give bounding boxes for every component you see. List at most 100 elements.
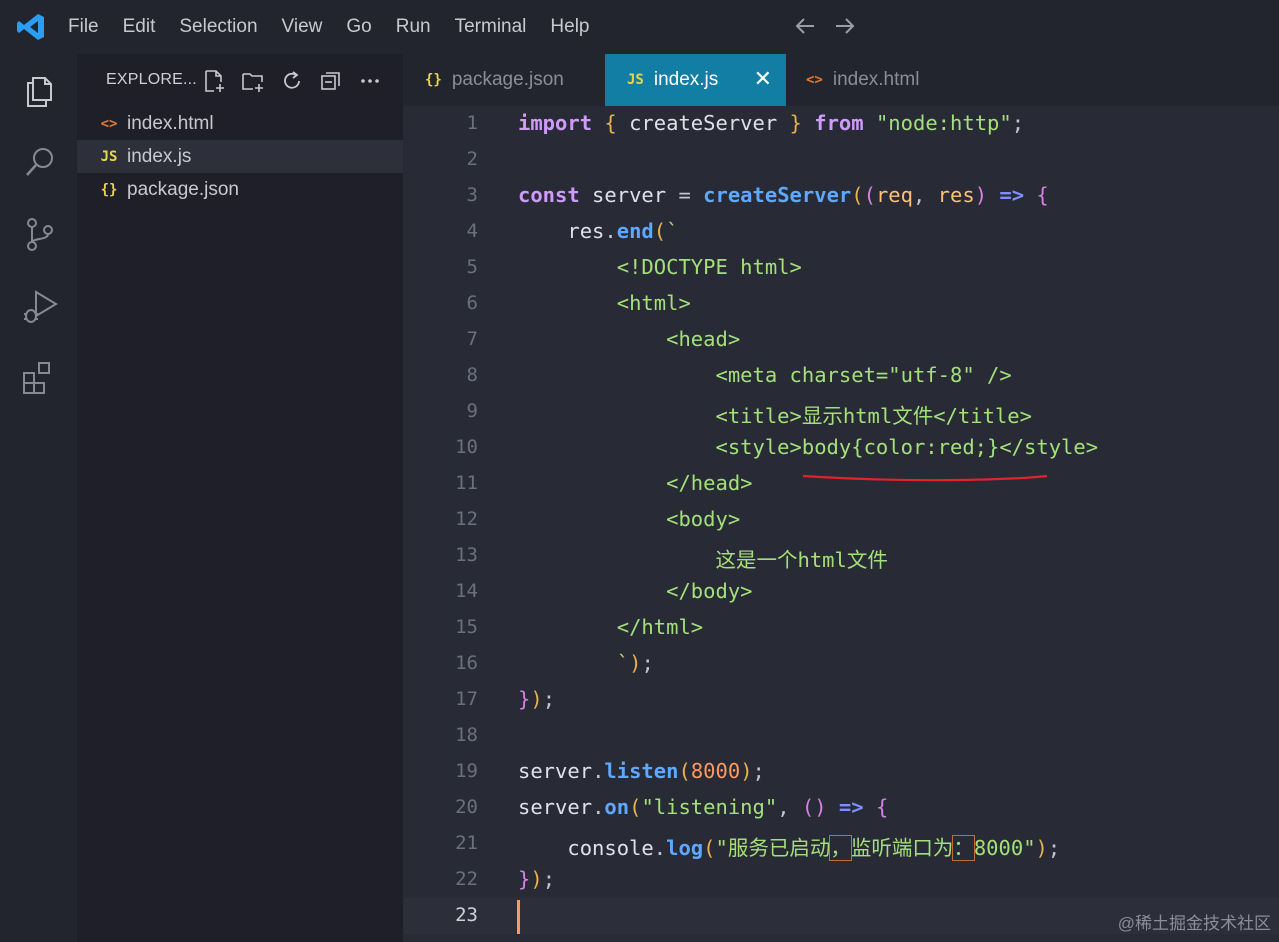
menu-file[interactable]: File	[68, 16, 99, 38]
code-line[interactable]: 18	[403, 718, 1279, 754]
code-line[interactable]: 14 </body>	[403, 574, 1279, 610]
code-text: server.on("listening", () => {	[518, 795, 888, 819]
code-text: </html>	[518, 615, 703, 639]
code-line[interactable]: 15 </html>	[403, 610, 1279, 646]
code-token: </html>	[518, 615, 704, 639]
code-line[interactable]: 7 <head>	[403, 322, 1279, 358]
more-actions-icon[interactable]	[357, 68, 383, 94]
line-number: 15	[455, 616, 478, 638]
html-file-icon: <>	[806, 72, 823, 88]
code-line[interactable]: 1 import { createServer } from "node:http…	[403, 106, 1279, 142]
back-arrow-icon[interactable]	[792, 12, 818, 40]
code-text: </body>	[518, 579, 753, 603]
code-text: server.listen(8000);	[518, 759, 765, 783]
tab-index-html[interactable]: <> index.html	[786, 54, 965, 106]
collapse-all-icon[interactable]	[318, 68, 344, 94]
code-line[interactable]: 4 res.end(`	[403, 214, 1279, 250]
line-number: 6	[466, 292, 478, 314]
code-line[interactable]: 19 server.listen(8000);	[403, 754, 1279, 790]
code-token: ;	[542, 687, 556, 711]
code-line[interactable]: 13 这是一个html文件	[403, 538, 1279, 574]
line-number: 22	[455, 868, 478, 890]
forward-arrow-icon[interactable]	[832, 12, 858, 40]
js-file-icon: JS	[627, 72, 644, 88]
new-folder-icon[interactable]	[240, 68, 266, 94]
code-token: end	[616, 219, 654, 243]
code-token: ，	[829, 835, 852, 861]
file-name: package.json	[127, 178, 239, 200]
extensions-icon[interactable]	[20, 358, 60, 398]
line-number: 19	[455, 760, 478, 782]
line-number: 4	[466, 220, 478, 242]
code-text: </head>	[518, 471, 752, 495]
file-item-index-html[interactable]: <> index.html	[77, 107, 403, 140]
code-token: )	[530, 867, 543, 891]
file-item-package-json[interactable]: {} package.json	[77, 173, 403, 206]
menu-terminal[interactable]: Terminal	[455, 16, 527, 38]
vscode-logo-icon	[17, 14, 44, 40]
code-line[interactable]: 12 <body>	[403, 502, 1279, 538]
line-number: 17	[455, 688, 478, 710]
menu-go[interactable]: Go	[346, 16, 371, 38]
code-token: }	[518, 867, 531, 891]
code-line[interactable]: 3 const server = createServer((req, res) …	[403, 178, 1279, 214]
code-text: res.end(`	[518, 219, 678, 243]
code-line[interactable]: 21 console.log("服务已启动，监听端口为：8000");	[403, 826, 1279, 862]
code-token: =	[678, 183, 691, 207]
code-token: from	[814, 111, 864, 135]
tab-package-json[interactable]: {} package.json	[403, 54, 605, 106]
code-line[interactable]: 17});	[403, 682, 1279, 718]
code-token: (	[863, 183, 876, 207]
code-line[interactable]: 2	[403, 142, 1279, 178]
code-token: .	[604, 219, 617, 243]
line-number: 9	[466, 400, 478, 422]
code-line[interactable]: 6 <html>	[403, 286, 1279, 322]
menu-bar: File Edit Selection View Go Run Terminal…	[56, 0, 602, 54]
code-token: 监听端口为	[850, 836, 954, 860]
line-number: 20	[455, 796, 478, 818]
code-token: </body>	[518, 579, 753, 603]
refresh-icon[interactable]	[279, 68, 305, 94]
code-token: res	[937, 183, 975, 207]
source-control-icon[interactable]	[20, 214, 60, 254]
code-token: "listening"	[641, 795, 778, 819]
run-debug-icon[interactable]	[20, 286, 60, 326]
json-file-icon: {}	[100, 181, 118, 198]
line-number: 1	[466, 112, 478, 134]
line-number: 2	[466, 148, 478, 170]
code-text: <title>显示html文件</title>	[518, 399, 1032, 429]
new-file-icon[interactable]	[201, 68, 227, 94]
file-item-index-js[interactable]: JS index.js	[77, 140, 403, 173]
menu-run[interactable]: Run	[396, 16, 431, 38]
search-icon[interactable]	[20, 142, 60, 182]
code-token: <title>显示html文件</title>	[518, 404, 1032, 428]
code-token: (	[851, 183, 864, 207]
code-token: 8000	[690, 759, 741, 783]
code-line[interactable]: 8 <meta charset="utf-8" />	[403, 358, 1279, 394]
code-line[interactable]: 5 <!DOCTYPE html>	[403, 250, 1279, 286]
explorer-files-icon[interactable]	[20, 70, 60, 110]
code-line[interactable]: 16 `);	[403, 646, 1279, 682]
code-token: console	[518, 836, 654, 860]
code-token: {	[1036, 183, 1049, 207]
close-tab-icon[interactable]: ✕	[754, 66, 772, 92]
menu-view[interactable]: View	[282, 16, 323, 38]
code-text: <meta charset="utf-8" />	[518, 363, 1011, 387]
code-token: 8000"	[973, 836, 1036, 860]
code-token: log	[666, 836, 704, 860]
code-editor[interactable]: 23 22}); 21 console.log("服务已启动，监听端口为：8000"…	[403, 106, 1279, 942]
editor-tab-bar: {} package.json JS index.js ✕ <> index.h…	[403, 54, 1279, 106]
menu-selection[interactable]: Selection	[179, 16, 257, 38]
code-token: }	[518, 687, 531, 711]
code-line[interactable]: 9 <title>显示html文件</title>	[403, 394, 1279, 430]
code-line[interactable]: 20 server.on("listening", () => {	[403, 790, 1279, 826]
tab-index-js[interactable]: JS index.js ✕	[605, 54, 786, 106]
menu-edit[interactable]: Edit	[123, 16, 156, 38]
code-line[interactable]: 10 <style>body{color:red;}</style>	[403, 430, 1279, 466]
code-line[interactable]: 22});	[403, 862, 1279, 898]
menu-help[interactable]: Help	[550, 16, 589, 38]
line-number: 5	[466, 256, 478, 278]
